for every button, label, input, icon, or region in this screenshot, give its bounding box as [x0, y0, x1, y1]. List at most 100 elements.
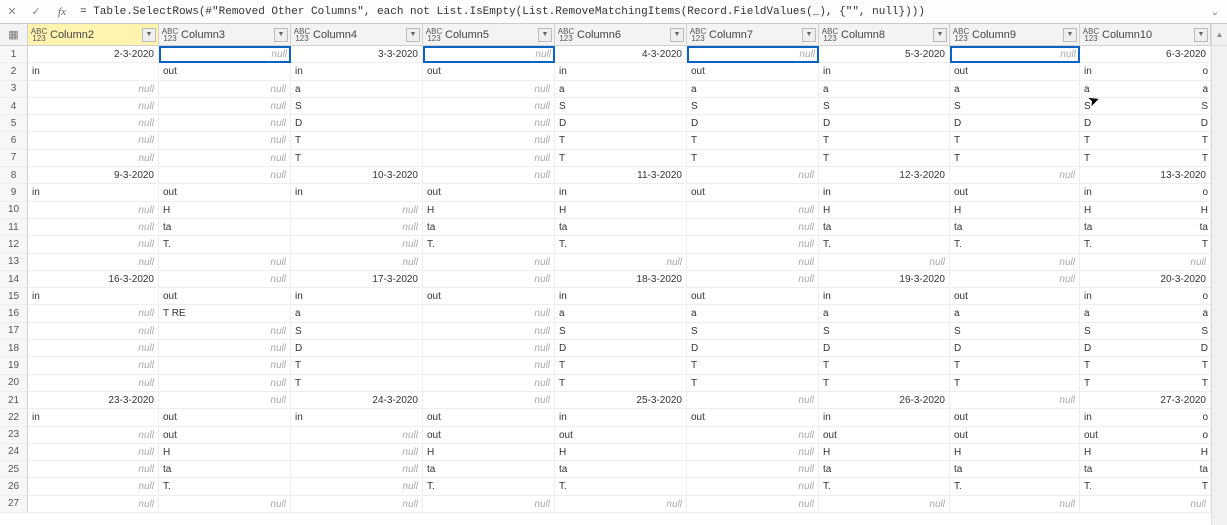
cell[interactable]: out — [159, 184, 291, 201]
cell[interactable]: 6-3-2020 — [1080, 46, 1211, 63]
cell[interactable]: null — [423, 81, 555, 98]
cell[interactable]: H — [950, 202, 1080, 219]
cell[interactable]: null — [819, 496, 950, 513]
row-number[interactable]: 25 — [0, 461, 28, 478]
cell[interactable]: null — [159, 254, 291, 271]
cell[interactable]: T — [555, 375, 687, 392]
cell[interactable]: null — [28, 81, 159, 98]
cell[interactable]: D — [291, 115, 423, 132]
cell[interactable]: S — [950, 98, 1080, 115]
cell[interactable]: null — [423, 167, 555, 184]
cell[interactable]: ino — [1080, 288, 1211, 305]
row-number[interactable]: 17 — [0, 323, 28, 340]
cell[interactable]: 16-3-2020 — [28, 271, 159, 288]
cell[interactable]: null — [687, 236, 819, 253]
cell[interactable]: S — [555, 323, 687, 340]
select-all-corner[interactable]: ▦ — [0, 24, 28, 46]
cell[interactable]: null — [950, 496, 1080, 513]
cell[interactable]: H — [555, 202, 687, 219]
cell[interactable]: null — [159, 357, 291, 374]
cell[interactable]: null — [687, 427, 819, 444]
filter-dropdown-icon[interactable]: ▼ — [538, 28, 552, 42]
cell[interactable]: DD — [1080, 115, 1211, 132]
cell[interactable]: null — [28, 340, 159, 357]
cell[interactable]: out — [423, 427, 555, 444]
filter-dropdown-icon[interactable]: ▼ — [802, 28, 816, 42]
cell[interactable]: H — [819, 444, 950, 461]
cell[interactable]: in — [555, 409, 687, 426]
row-number[interactable]: 1 — [0, 46, 28, 63]
cell[interactable]: HH — [1080, 444, 1211, 461]
cell[interactable]: in — [28, 288, 159, 305]
cell[interactable]: 25-3-2020 — [555, 392, 687, 409]
cell[interactable]: 3-3-2020 — [291, 46, 423, 63]
cell[interactable]: T RE — [159, 305, 291, 322]
cell[interactable]: SS — [1080, 323, 1211, 340]
filter-dropdown-icon[interactable]: ▼ — [1194, 28, 1208, 42]
cell[interactable]: 23-3-2020 — [28, 392, 159, 409]
row-number[interactable]: 12 — [0, 236, 28, 253]
row-number[interactable]: 6 — [0, 132, 28, 149]
cell[interactable]: D — [555, 340, 687, 357]
cell[interactable]: 12-3-2020 — [819, 167, 950, 184]
cell[interactable]: null — [28, 461, 159, 478]
cell[interactable]: null — [687, 202, 819, 219]
cell[interactable]: null — [28, 132, 159, 149]
cell[interactable]: D — [687, 115, 819, 132]
cell[interactable]: null — [291, 236, 423, 253]
cell[interactable]: T. — [950, 236, 1080, 253]
cell[interactable]: S — [819, 98, 950, 115]
cell[interactable]: in — [819, 63, 950, 80]
cell[interactable]: T. — [555, 236, 687, 253]
cell[interactable]: null — [555, 496, 687, 513]
cell[interactable]: HH — [1080, 202, 1211, 219]
cell[interactable]: null — [28, 357, 159, 374]
cell[interactable]: null — [28, 375, 159, 392]
cell[interactable]: H — [555, 444, 687, 461]
cell[interactable]: null — [423, 357, 555, 374]
expand-formula-icon[interactable]: ⌄ — [1203, 5, 1227, 18]
cell[interactable]: null — [423, 132, 555, 149]
row-number[interactable]: 5 — [0, 115, 28, 132]
cell[interactable]: null — [28, 254, 159, 271]
cell[interactable]: null — [423, 340, 555, 357]
cell[interactable]: null — [1080, 254, 1211, 271]
cell[interactable]: H — [819, 202, 950, 219]
cell[interactable]: out — [819, 427, 950, 444]
cell[interactable]: S — [687, 98, 819, 115]
filter-dropdown-icon[interactable]: ▼ — [670, 28, 684, 42]
cell[interactable]: null — [159, 115, 291, 132]
cell[interactable]: null — [687, 392, 819, 409]
cell[interactable]: out — [159, 409, 291, 426]
column-header-column10[interactable]: ABC123Column10▼ — [1080, 24, 1211, 46]
cell[interactable]: null — [687, 461, 819, 478]
cell[interactable]: null — [950, 46, 1080, 63]
cell[interactable]: ta — [423, 461, 555, 478]
cell[interactable]: ta — [950, 219, 1080, 236]
cell[interactable]: null — [159, 98, 291, 115]
cell[interactable]: null — [159, 46, 291, 63]
column-header-column7[interactable]: ABC123Column7▼ — [687, 24, 819, 46]
row-number[interactable]: 24 — [0, 444, 28, 461]
cell[interactable]: out — [687, 184, 819, 201]
cell[interactable]: out — [950, 427, 1080, 444]
cell[interactable]: D — [950, 340, 1080, 357]
cell[interactable]: null — [28, 98, 159, 115]
cell[interactable]: in — [555, 288, 687, 305]
cell[interactable]: ino — [1080, 184, 1211, 201]
cell[interactable]: null — [159, 340, 291, 357]
cell[interactable]: null — [950, 392, 1080, 409]
cell[interactable]: a — [555, 81, 687, 98]
cell[interactable]: null — [423, 115, 555, 132]
cell[interactable]: null — [159, 271, 291, 288]
cell[interactable]: out — [423, 288, 555, 305]
cell[interactable]: aa — [1080, 81, 1211, 98]
cell[interactable]: in — [291, 184, 423, 201]
column-header-column3[interactable]: ABC123Column3▼ — [159, 24, 291, 46]
cell[interactable]: null — [28, 150, 159, 167]
cell[interactable]: TT — [1080, 132, 1211, 149]
cell[interactable]: null — [28, 444, 159, 461]
cell[interactable]: out — [687, 288, 819, 305]
cell[interactable]: D — [950, 115, 1080, 132]
cell[interactable]: null — [687, 271, 819, 288]
